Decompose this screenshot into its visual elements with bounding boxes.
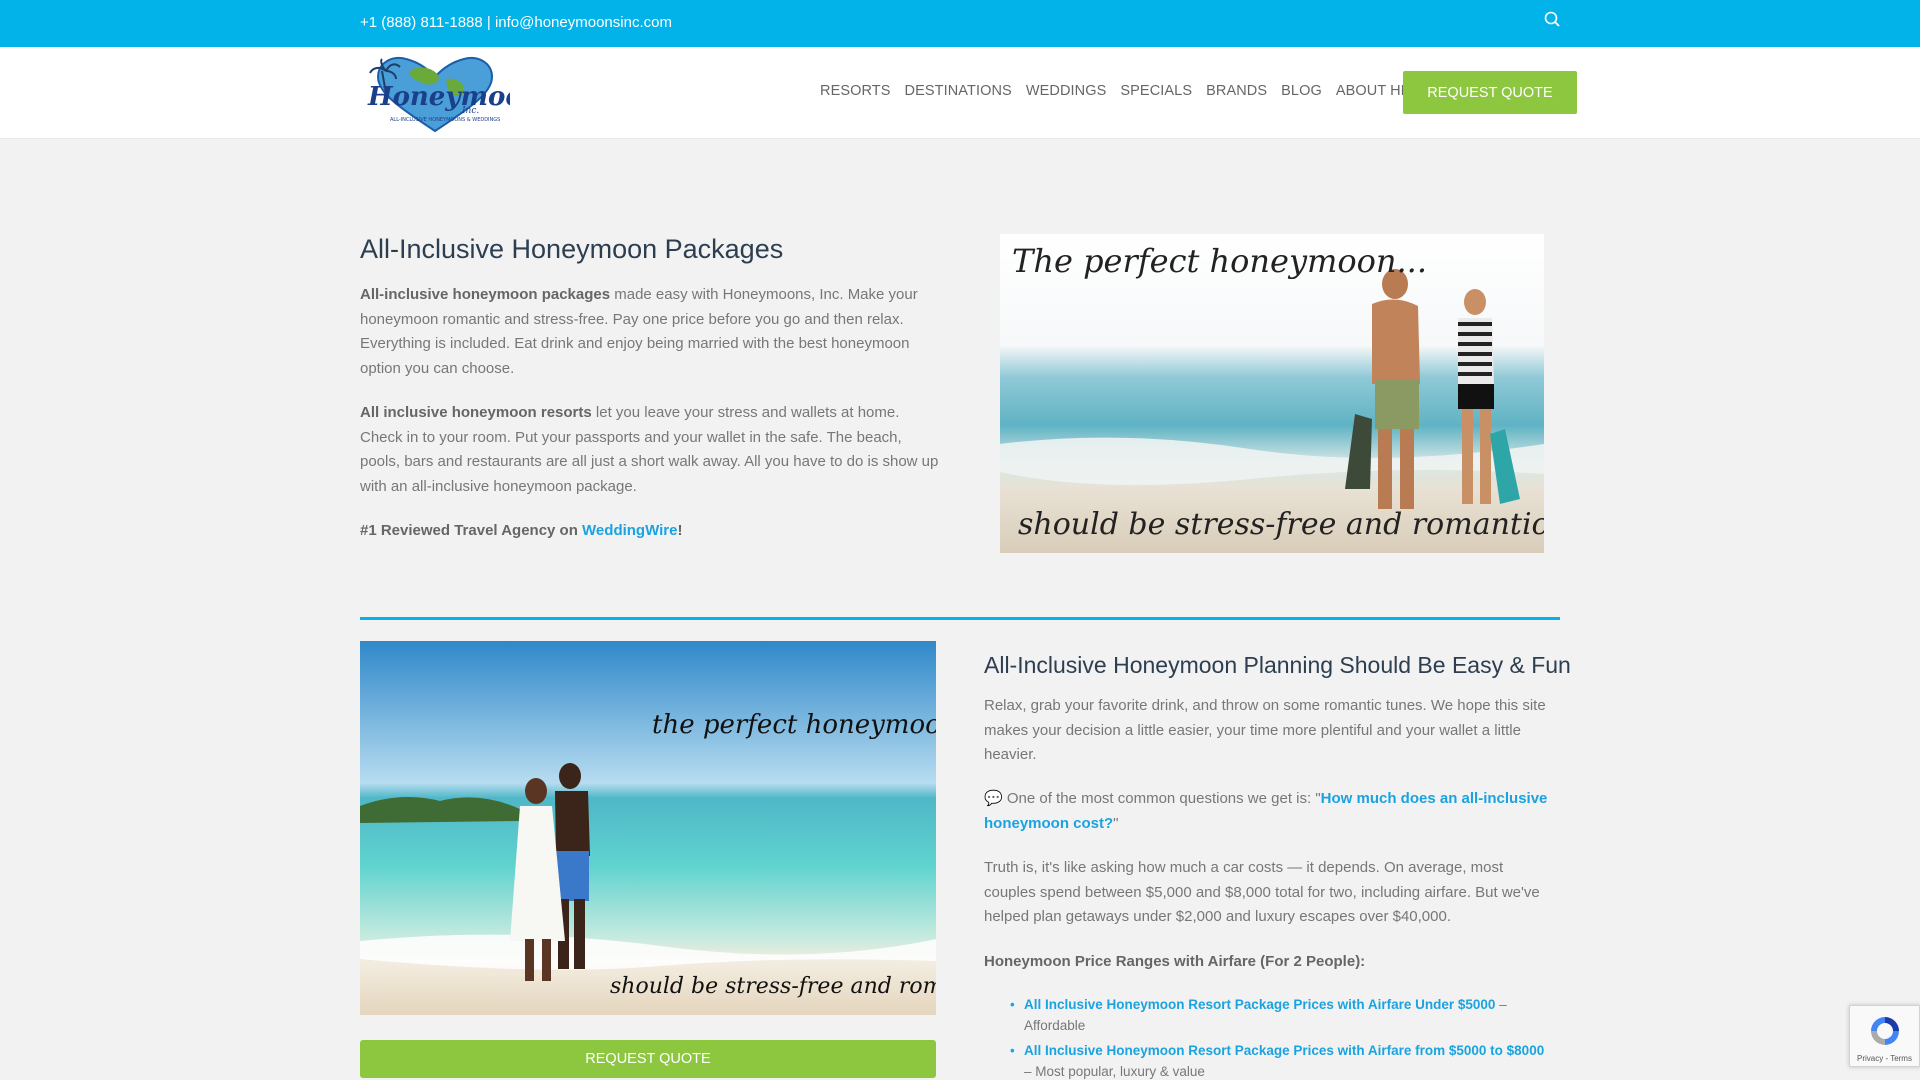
list-item: All Inclusive Honeymoon Resort Package P…	[1010, 994, 1550, 1036]
quote-end: "	[1113, 814, 1119, 832]
main-nav: RESORTS DESTINATIONS WEDDINGS SPECIALS B…	[820, 83, 1431, 99]
price-under-5000-link[interactable]: All Inclusive Honeymoon Resort Package P…	[1024, 997, 1495, 1012]
intro-bold-1: All-inclusive honeymoon packages	[360, 286, 611, 303]
recaptcha-terms[interactable]: Privacy - Terms	[1857, 1054, 1912, 1063]
section2-title: All-Inclusive Honeymoon Planning Should …	[984, 652, 1571, 678]
svg-text:Honeymoons: Honeymoons	[367, 82, 510, 112]
image1-caption-top: The perfect honeymoon...	[1012, 242, 1427, 280]
section2-paragraph-1: Relax, grab your favorite drink, and thr…	[984, 697, 1546, 763]
list-desc: – Most popular, luxury & value	[1024, 1064, 1205, 1079]
search-icon[interactable]	[1542, 9, 1564, 31]
nav-brands[interactable]: BRANDS	[1206, 83, 1267, 99]
image1-caption-bottom: should be stress-free and romantic	[1018, 507, 1544, 542]
speech-bubble-icon: 💬	[984, 790, 1003, 807]
exclamation: !	[677, 522, 683, 539]
svg-text:ALL-INCLUSIVE HONEYMOONS & WED: ALL-INCLUSIVE HONEYMOONS & WEDDINGS	[390, 117, 500, 123]
intro-bold-2: All inclusive honeymoon resorts	[360, 404, 592, 421]
request-quote-button-bottom[interactable]: REQUEST QUOTE	[360, 1040, 936, 1078]
recaptcha-badge[interactable]: Privacy - Terms	[1849, 1005, 1920, 1067]
recaptcha-icon	[1871, 1017, 1899, 1045]
weddingwire-link[interactable]: WeddingWire	[582, 522, 677, 539]
hero-image-couple-snorkel: The perfect honeymoon... should be stres…	[1000, 234, 1544, 553]
section2-paragraph-3: Truth is, it's like asking how much a ca…	[984, 859, 1540, 925]
nav-resorts[interactable]: RESORTS	[820, 83, 891, 99]
price-ranges-label: Honeymoon Price Ranges with Airfare (For…	[984, 953, 1366, 970]
top-bar: +1 (888) 811-1888 | info@honeymoonsinc.c…	[0, 0, 1920, 47]
nav-blog[interactable]: BLOG	[1281, 83, 1322, 99]
intro-paragraph-2: All inclusive honeymoon resorts let you …	[360, 401, 940, 499]
image2-caption-bottom: should be stress-free and romantic	[610, 974, 936, 999]
list-item: All Inclusive Honeymoon Resort Package P…	[1010, 1040, 1550, 1080]
reviewed-agency-text: #1 Reviewed Travel Agency on	[360, 522, 583, 539]
page-title: All-Inclusive Honeymoon Packages	[360, 234, 784, 264]
price-range-list: All Inclusive Honeymoon Resort Package P…	[1010, 994, 1550, 1080]
honeymoons-logo[interactable]: Honeymoons Inc. ALL-INCLUSIVE HONEYMOONS…	[360, 53, 510, 135]
nav-specials[interactable]: SPECIALS	[1120, 83, 1192, 99]
beach-couple-image: the perfect honeymoon should be stress-f…	[360, 641, 936, 1015]
intro-paragraph-3: #1 Reviewed Travel Agency on WeddingWire…	[360, 519, 940, 544]
price-5000-8000-link[interactable]: All Inclusive Honeymoon Resort Package P…	[1024, 1043, 1544, 1058]
price-ranges-heading: Honeymoon Price Ranges with Airfare (For…	[984, 950, 1550, 975]
request-quote-button[interactable]: REQUEST QUOTE	[1403, 71, 1577, 114]
svg-text:Inc.: Inc.	[461, 106, 479, 116]
contact-info[interactable]: +1 (888) 811-1888 | info@honeymoonsinc.c…	[360, 14, 672, 31]
section2-paragraph-2: 💬 One of the most common questions we ge…	[984, 787, 1550, 836]
site-header: Honeymoons Inc. ALL-INCLUSIVE HONEYMOONS…	[0, 47, 1920, 139]
image2-caption-top: the perfect honeymoon	[652, 710, 936, 740]
intro-paragraph-1: All-inclusive honeymoon packages made ea…	[360, 283, 940, 381]
question-intro: One of the most common questions we get …	[1002, 790, 1321, 807]
section-divider	[360, 617, 1560, 620]
nav-destinations[interactable]: DESTINATIONS	[905, 83, 1012, 99]
nav-weddings[interactable]: WEDDINGS	[1026, 83, 1107, 99]
